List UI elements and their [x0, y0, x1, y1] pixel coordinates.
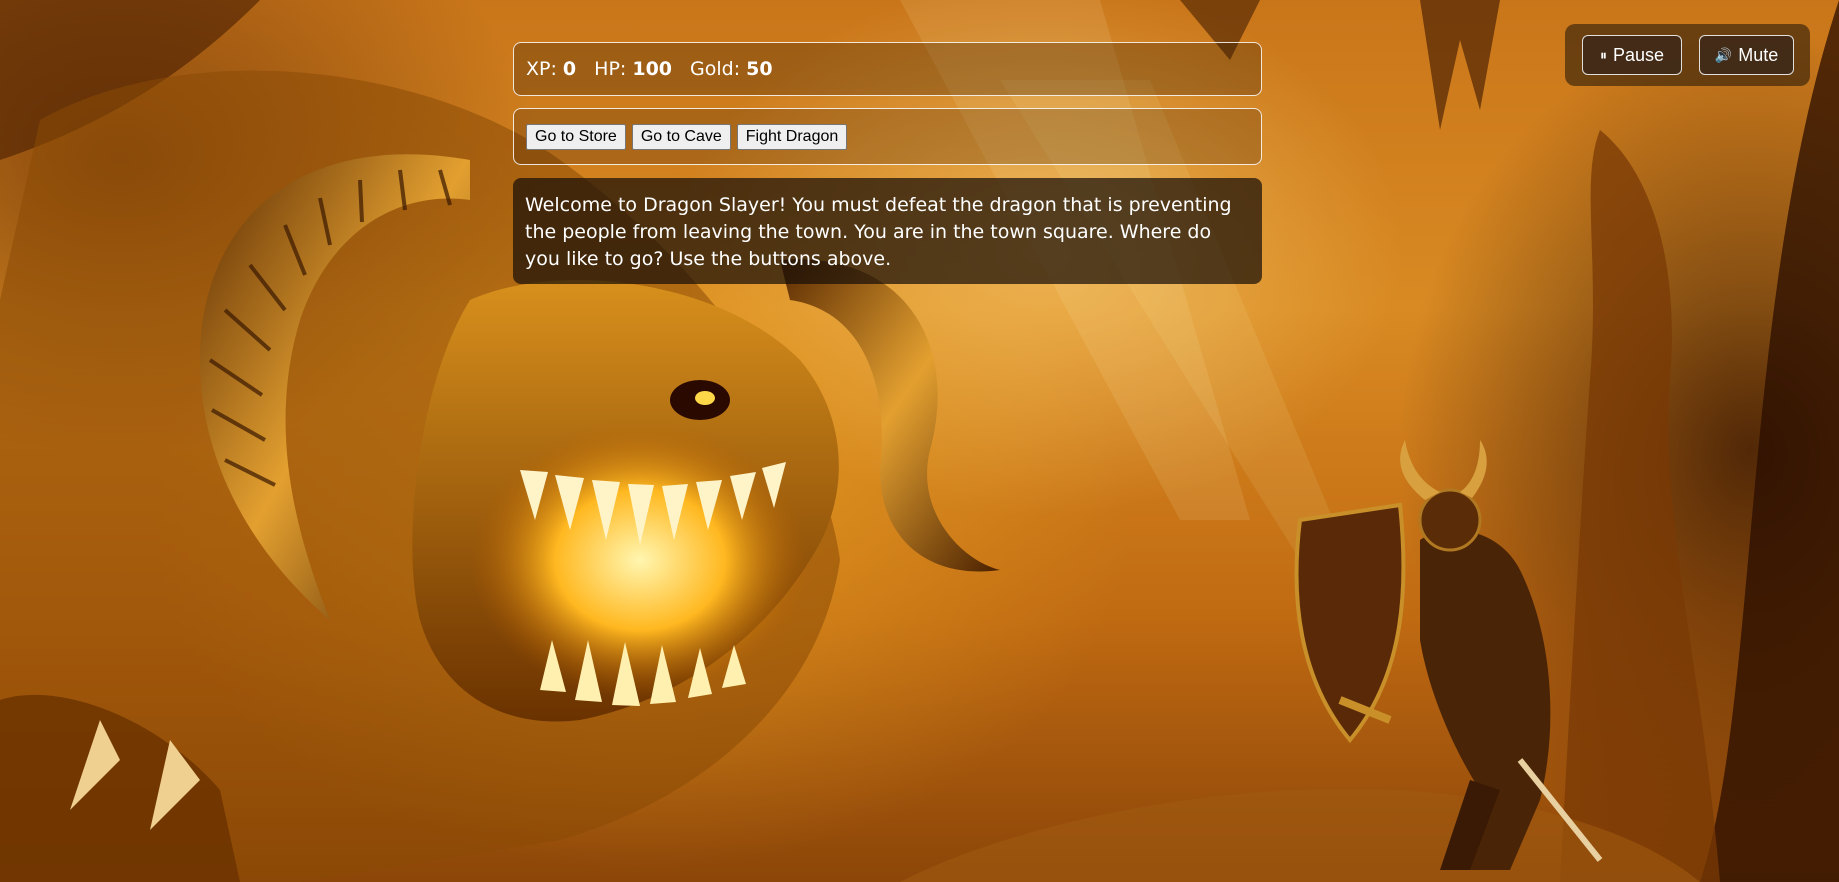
message-text: Welcome to Dragon Slayer! You must defea… [513, 178, 1262, 284]
pause-icon: ⏸ [1599, 46, 1607, 63]
pause-button[interactable]: ⏸ Pause [1582, 35, 1682, 75]
go-to-store-button[interactable]: Go to Store [526, 123, 626, 150]
mute-button[interactable]: 🔊 Mute [1699, 35, 1794, 75]
game-scene: XP: 0 HP: 100 Gold: 50 Go to Store Go to… [0, 0, 1839, 882]
xp-stat: XP: 0 [526, 58, 576, 80]
controls-panel: Go to Store Go to Cave Fight Dragon [513, 108, 1262, 165]
pause-label: Pause [1612, 44, 1665, 65]
hp-stat: HP: 100 [594, 58, 672, 80]
gold-value: 50 [746, 58, 773, 80]
go-to-cave-button[interactable]: Go to Cave [631, 123, 731, 150]
gold-label: Gold: [690, 58, 741, 80]
fight-dragon-button[interactable]: Fight Dragon [736, 123, 848, 150]
xp-label: XP: [526, 58, 557, 80]
speaker-icon: 🔊 [1714, 46, 1733, 63]
xp-value: 0 [562, 58, 577, 80]
hp-label: HP: [594, 58, 627, 80]
stats-panel: XP: 0 HP: 100 Gold: 50 [513, 42, 1262, 96]
hp-value: 100 [632, 58, 673, 80]
mute-label: Mute [1738, 44, 1779, 65]
audio-toolbar: ⏸ Pause 🔊 Mute [1565, 24, 1810, 86]
gold-stat: Gold: 50 [690, 58, 773, 80]
